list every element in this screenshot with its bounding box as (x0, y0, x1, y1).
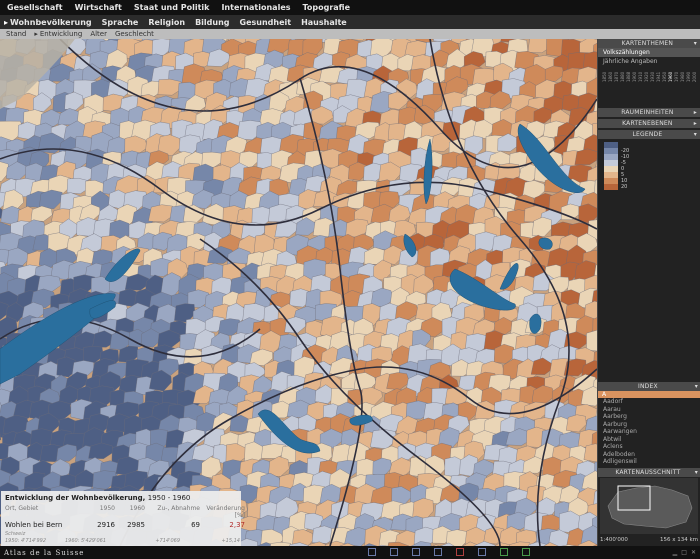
tool-button-icon[interactable] (478, 548, 486, 556)
overview-map[interactable] (600, 478, 698, 534)
index-item[interactable]: Aadorf (598, 398, 700, 406)
subnav-item-1[interactable]: Sprache (102, 18, 139, 27)
overview-map-graphic (607, 485, 693, 529)
tool-button-icon[interactable] (456, 548, 464, 556)
index-item[interactable]: Adligenswil (598, 458, 700, 466)
nav-item-2[interactable]: Staat und Politik (134, 3, 210, 12)
year-1950[interactable]: 1950 (662, 68, 667, 82)
tab-3[interactable]: Geschlecht (115, 30, 154, 38)
tool-button-icon[interactable] (412, 548, 420, 556)
info-row: Wohlen bei Bern 2916 2985 69 2,37 (5, 521, 245, 529)
year-1860[interactable]: 1860 (608, 68, 613, 82)
subcategory-bar: Wohnbevölkerung Sprache Religion Bildung Ges… (0, 15, 700, 29)
subnav-item-3[interactable]: Bildung (195, 18, 229, 27)
year-1920[interactable]: 1920 (644, 68, 649, 82)
tool-button-icon[interactable] (500, 548, 508, 556)
info-totals: 1950: 4'714'992 1960: 5'429'061 +714'069 +1… (5, 538, 240, 544)
subnav-item-4[interactable]: Gesundheit (240, 18, 292, 27)
scale-info: 1:400'000 156 x 134 km (600, 537, 698, 543)
nav-item-0[interactable]: Gesellschaft (7, 3, 63, 12)
year-1970[interactable]: 1970 (674, 68, 679, 82)
nav-item-4[interactable]: Topografie (303, 3, 351, 12)
footer-bar: Atlas de la Suisse ▁ □ ✕ (0, 546, 700, 559)
close-icon[interactable]: ✕ (691, 549, 696, 556)
theme-item-0[interactable]: Volkszählungen (598, 48, 700, 57)
subnav-item-2[interactable]: Religion (148, 18, 185, 27)
atlas-app: Gesellschaft Wirtschaft Staat und Politik I… (0, 0, 700, 559)
legend: -20 -10 -5 0 5 10 20 (598, 139, 700, 193)
atlas-logo: Atlas de la Suisse (4, 548, 85, 557)
choropleth-map[interactable] (0, 39, 597, 546)
right-panel: KARTENTHEMEN ▾ Volkszählungen Jährliche An… (597, 39, 700, 546)
tool-button-icon[interactable] (434, 548, 442, 556)
nav-item-1[interactable]: Wirtschaft (75, 3, 122, 12)
index-item[interactable]: Adelboden (598, 451, 700, 459)
panel-header-kartenebenen[interactable]: KARTENEBENEN ▸ (598, 119, 700, 128)
panel-header-legende[interactable]: LEGENDE ▾ (598, 130, 700, 139)
info-box: Entwicklung der Wohnbevölkerung, 1950 - … (1, 491, 245, 546)
year-1941[interactable]: 1941 (656, 68, 661, 82)
year-1900[interactable]: 1900 (632, 68, 637, 82)
subnav-item-0[interactable]: Wohnbevölkerung (4, 18, 92, 27)
tab-1[interactable]: Entwicklung (34, 30, 82, 38)
index-item[interactable]: Aclens (598, 443, 700, 451)
year-1930[interactable]: 1930 (650, 68, 655, 82)
tool-button-icon[interactable] (368, 548, 376, 556)
year-1870[interactable]: 1870 (614, 68, 619, 82)
year-selector[interactable]: 1850 1860 1870 1880 1888 1900 1910 1920 1930 1941… (598, 66, 700, 84)
maximize-icon[interactable]: □ (681, 549, 687, 556)
info-columns: Ort, Gebiet 1950 1960 Zu-, Abnahme Veränderu… (5, 505, 245, 519)
legend-swatch-7 (604, 184, 618, 190)
year-1880[interactable]: 1880 (620, 68, 625, 82)
panel-header-kartenthemen[interactable]: KARTENTHEMEN ▾ (598, 39, 700, 48)
main-category-bar: Gesellschaft Wirtschaft Staat und Politik I… (0, 0, 700, 15)
index-item[interactable]: Aarau (598, 406, 700, 414)
tab-2[interactable]: Alter (90, 30, 107, 38)
index-letter[interactable]: A (598, 391, 700, 398)
year-1910[interactable]: 1910 (638, 68, 643, 82)
theme-tabs: Stand Entwicklung Alter Geschlecht (0, 29, 700, 39)
tool-button-icon[interactable] (522, 548, 530, 556)
year-2000[interactable]: 2000 (692, 68, 697, 82)
index-item[interactable]: Aarberg (598, 413, 700, 421)
window-controls: ▁ □ ✕ (673, 546, 696, 559)
panel-header-raumeinheiten[interactable]: RAUMEINHEITEN ▸ (598, 108, 700, 117)
index-list[interactable]: A Aadorf Aarau Aarberg Aarburg Aarwangen Abtw… (598, 391, 700, 466)
year-1888[interactable]: 1888 (626, 68, 631, 82)
tab-0[interactable]: Stand (6, 30, 26, 38)
theme-item-1[interactable]: Jährliche Angaben (598, 57, 700, 66)
index-item[interactable]: Aarburg (598, 421, 700, 429)
municipality-polygons[interactable] (0, 39, 597, 546)
info-region: Schweiz (5, 531, 26, 537)
panel-header-index[interactable]: INDEX ▾ (598, 382, 700, 391)
index-item[interactable]: Abtwil (598, 436, 700, 444)
map-toolbar (368, 548, 530, 556)
subnav-item-5[interactable]: Haushalte (301, 18, 347, 27)
tool-button-icon[interactable] (390, 548, 398, 556)
panel-header-kartenausschnitt[interactable]: KARTENAUSSCHNITT ▾ (598, 468, 700, 477)
index-item[interactable]: Aarwangen (598, 428, 700, 436)
year-1960[interactable]: 1960 (668, 68, 673, 82)
year-1850[interactable]: 1850 (602, 68, 607, 82)
year-1980[interactable]: 1980 (680, 68, 685, 82)
map-view[interactable] (0, 39, 597, 546)
minimize-icon[interactable]: ▁ (673, 549, 678, 556)
nav-item-3[interactable]: Internationales (221, 3, 290, 12)
info-title: Entwicklung der Wohnbevölkerung, 1950 - … (5, 494, 191, 502)
year-1990[interactable]: 1990 (686, 68, 691, 82)
legend-label-6: 20 (621, 184, 628, 190)
